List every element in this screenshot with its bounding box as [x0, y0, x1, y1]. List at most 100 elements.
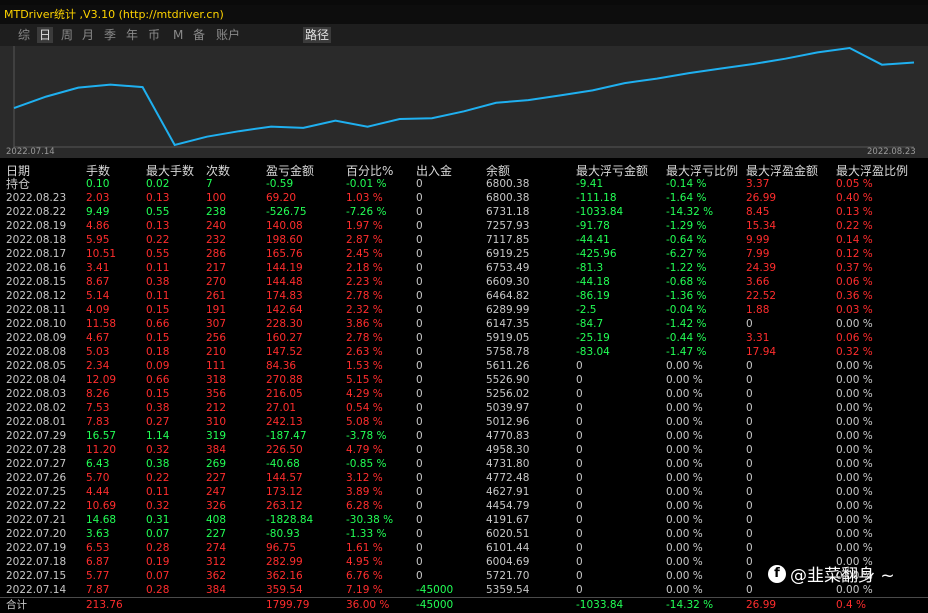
cell-手数: 0.10 — [86, 178, 110, 190]
cell-手数: 7.53 — [86, 402, 110, 414]
cell-盈亏金额: 27.01 — [266, 402, 297, 414]
cell-手数: 4.44 — [86, 486, 110, 498]
table-row: 2022.08.17 10.51 0.55 286 165.76 2.45 % 0 6919.… — [0, 247, 928, 261]
table-row: 2022.08.19 4.86 0.13 240 140.08 1.97 % 0 7257.9… — [0, 219, 928, 233]
cell-最大浮盈比例: 0.00 % — [836, 542, 873, 554]
cell-出入金: 0 — [416, 486, 423, 498]
tab-5[interactable]: 年 — [124, 27, 140, 43]
cell-最大浮盈金额: 9.99 — [746, 234, 770, 246]
cell-最大浮亏比例: 0.00 % — [666, 444, 703, 456]
cell-最大浮盈比例: 0.00 % — [836, 514, 873, 526]
cell-余额: 5039.97 — [486, 402, 530, 414]
tab-8[interactable]: 备 — [191, 27, 207, 43]
cell-余额: 5012.96 — [486, 416, 530, 428]
cell-最大浮盈金额: 24.39 — [746, 262, 777, 274]
cell-百分比%: 6.28 % — [346, 500, 383, 512]
table-row: 2022.07.28 11.20 0.32 384 226.50 4.79 % 0 4958.… — [0, 443, 928, 457]
cell-最大浮亏金额: -81.3 — [576, 262, 604, 274]
cell-百分比%: 4.95 % — [346, 556, 383, 568]
cell-余额: 4627.91 — [486, 486, 530, 498]
cell-出入金: 0 — [416, 514, 423, 526]
cell-日期: 2022.08.16 — [6, 262, 67, 274]
cell-盈亏金额: -80.93 — [266, 528, 300, 540]
facebook-icon: f — [768, 564, 786, 583]
cell-百分比%: 1.97 % — [346, 220, 383, 232]
table-row: 2022.08.02 7.53 0.38 212 27.01 0.54 % 0 5039.97… — [0, 401, 928, 415]
cell-日期: 2022.07.18 — [6, 556, 67, 568]
total-cell-10: 26.99 — [746, 599, 777, 611]
cell-最大浮亏金额: 0 — [576, 430, 583, 442]
cell-手数: 6.53 — [86, 542, 110, 554]
cell-最大手数: 0.11 — [146, 486, 170, 498]
cell-百分比%: 4.29 % — [346, 388, 383, 400]
cell-余额: 6609.30 — [486, 276, 530, 288]
cell-最大浮盈金额: 0 — [746, 360, 753, 372]
tab-7[interactable]: M — [171, 27, 185, 43]
cell-百分比%: -3.78 % — [346, 430, 387, 442]
table-row: 2022.08.08 5.03 0.18 210 147.52 2.63 % 0 5758.7… — [0, 345, 928, 359]
cell-最大浮亏金额: 0 — [576, 486, 583, 498]
cell-最大浮亏比例: -1.36 % — [666, 290, 707, 302]
cell-最大浮盈金额: 0 — [746, 542, 753, 554]
tab-6[interactable]: 币 — [146, 27, 162, 43]
cell-余额: 4772.48 — [486, 472, 530, 484]
cell-日期: 2022.08.10 — [6, 318, 67, 330]
cell-最大浮盈金额: 0 — [746, 318, 753, 330]
cell-次数: 210 — [206, 346, 227, 358]
cell-余额: 4770.83 — [486, 430, 530, 442]
cell-手数: 5.77 — [86, 570, 110, 582]
cell-最大浮亏金额: -84.7 — [576, 318, 604, 330]
tab-10[interactable]: 路径 — [303, 27, 332, 43]
cell-最大手数: 0.02 — [146, 178, 170, 190]
cell-最大手数: 0.13 — [146, 220, 170, 232]
cell-盈亏金额: -1828.84 — [266, 514, 314, 526]
cell-百分比%: 2.78 % — [346, 290, 383, 302]
cell-最大浮亏比例: 0.00 % — [666, 514, 703, 526]
cell-次数: 384 — [206, 444, 227, 456]
cell-百分比%: 3.89 % — [346, 486, 383, 498]
tab-9[interactable]: 账户 — [214, 27, 242, 43]
chart-axis — [13, 46, 914, 148]
cell-最大浮盈比例: 0.06 % — [836, 332, 873, 344]
cell-盈亏金额: -187.47 — [266, 430, 307, 442]
cell-出入金: 0 — [416, 360, 423, 372]
table-header: 日期 手数 最大手数 次数 盈亏金额 百分比% 出入金 余额 最大浮亏金额 最大浮亏比例 最大浮盈金… — [0, 162, 928, 178]
tab-0[interactable]: 综 — [16, 27, 32, 43]
cell-日期: 2022.08.03 — [6, 388, 67, 400]
cell-盈亏金额: 174.83 — [266, 290, 303, 302]
cell-百分比%: 2.63 % — [346, 346, 383, 358]
cell-最大浮亏金额: -1033.84 — [576, 206, 624, 218]
tab-2[interactable]: 周 — [59, 27, 75, 43]
cell-最大浮亏比例: -6.27 % — [666, 248, 707, 260]
cell-最大手数: 0.32 — [146, 444, 170, 456]
tab-3[interactable]: 月 — [80, 27, 96, 43]
balance-chart — [0, 46, 928, 158]
cell-盈亏金额: -40.68 — [266, 458, 300, 470]
cell-最大浮亏比例: 0.00 % — [666, 486, 703, 498]
tab-4[interactable]: 季 — [102, 27, 118, 43]
cell-最大浮盈金额: 15.34 — [746, 220, 777, 232]
cell-日期: 2022.07.26 — [6, 472, 67, 484]
cell-最大浮盈金额: 8.45 — [746, 206, 770, 218]
cell-最大浮盈比例: 0.00 % — [836, 416, 873, 428]
cell-最大浮亏比例: -0.04 % — [666, 304, 707, 316]
cell-出入金: 0 — [416, 556, 423, 568]
table-row: 2022.08.18 5.95 0.22 232 198.60 2.87 % 0 7117.8… — [0, 233, 928, 247]
cell-日期: 2022.07.25 — [6, 486, 67, 498]
table-row: 2022.07.19 6.53 0.28 274 96.75 1.61 % 0 6101.44… — [0, 541, 928, 555]
cell-百分比%: 3.86 % — [346, 318, 383, 330]
cell-最大浮亏比例: 0.00 % — [666, 500, 703, 512]
cell-最大浮盈金额: 1.88 — [746, 304, 770, 316]
tab-1[interactable]: 日 — [37, 27, 54, 43]
cell-百分比%: 4.79 % — [346, 444, 383, 456]
cell-日期: 2022.07.28 — [6, 444, 67, 456]
cell-最大浮盈金额: 26.99 — [746, 192, 777, 204]
cell-余额: 5526.90 — [486, 374, 530, 386]
cell-出入金: 0 — [416, 178, 423, 190]
cell-手数: 2.03 — [86, 192, 110, 204]
cell-余额: 6020.51 — [486, 528, 530, 540]
cell-次数: 212 — [206, 402, 227, 414]
cell-盈亏金额: 147.52 — [266, 346, 303, 358]
cell-百分比%: 2.45 % — [346, 248, 383, 260]
cell-余额: 5359.54 — [486, 584, 530, 596]
